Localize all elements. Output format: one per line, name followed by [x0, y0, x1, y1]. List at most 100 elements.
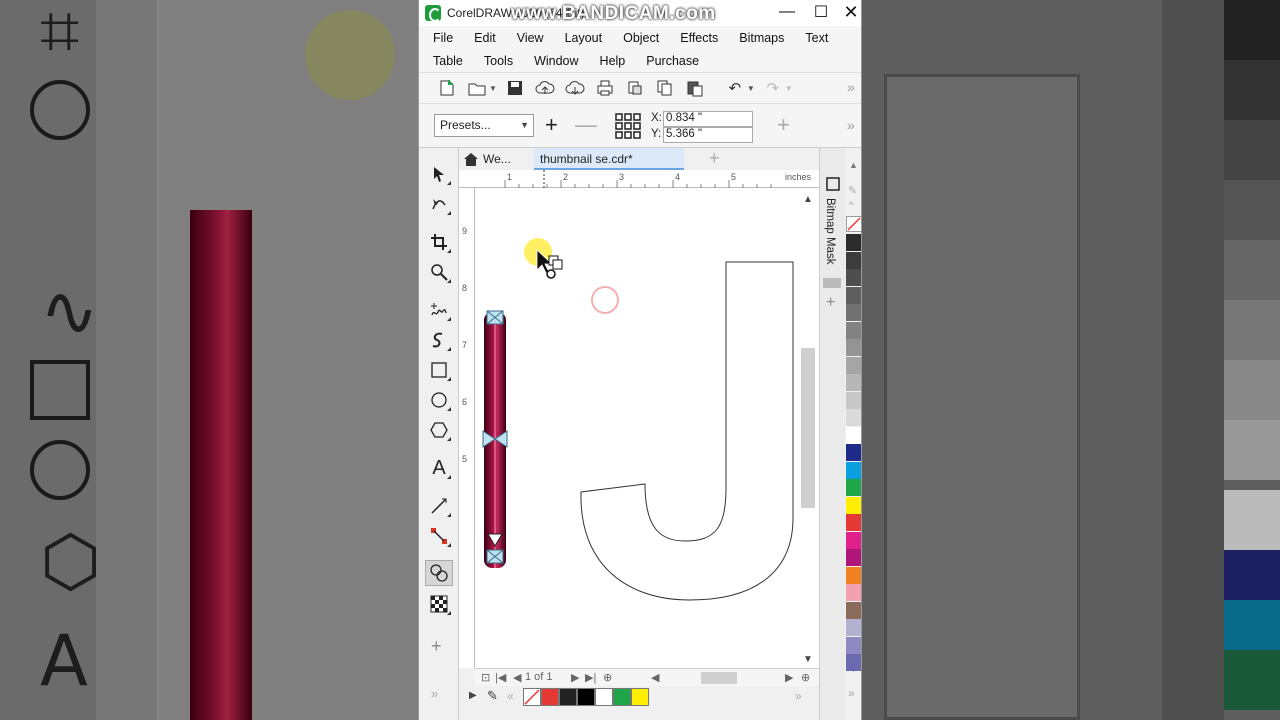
palette-swatch[interactable]: [846, 269, 861, 286]
presets-dropdown[interactable]: Presets... ▼: [434, 114, 534, 137]
cut-icon[interactable]: [625, 78, 645, 98]
palette-swatch[interactable]: [846, 234, 861, 251]
zoom-navigator-icon[interactable]: ⊕: [801, 671, 810, 684]
menu-table[interactable]: Table: [433, 54, 463, 68]
scroll-right-icon[interactable]: ▶: [785, 671, 793, 684]
pick-tool-icon[interactable]: [429, 164, 451, 185]
parallel-dimension-icon[interactable]: [429, 496, 451, 517]
palette-swatch[interactable]: [846, 514, 861, 531]
open-dropdown-icon[interactable]: ▼: [489, 84, 497, 93]
palette-swatch[interactable]: [846, 531, 861, 549]
palette-swatch[interactable]: [846, 444, 861, 461]
palette-swatch[interactable]: [846, 619, 861, 636]
polygon-tool-icon[interactable]: [429, 420, 451, 441]
bitmap-mask-icon[interactable]: [825, 176, 841, 192]
copy-icon[interactable]: [655, 78, 675, 98]
open-icon[interactable]: [467, 78, 487, 98]
palette-swatch[interactable]: [846, 409, 861, 426]
remove-preset-button[interactable]: —: [575, 112, 597, 138]
add-property-button[interactable]: +: [777, 112, 790, 138]
download-cloud-icon[interactable]: [565, 78, 585, 98]
palette-left-icon[interactable]: «: [507, 689, 514, 703]
add-page-icon[interactable]: ⊕: [603, 671, 612, 684]
menu-tools[interactable]: Tools: [484, 54, 513, 68]
home-icon[interactable]: [463, 151, 479, 167]
palette-swatch[interactable]: [846, 391, 861, 409]
add-tab-button[interactable]: +: [709, 148, 720, 169]
menu-effects[interactable]: Effects: [680, 31, 718, 45]
add-tool-button[interactable]: +: [431, 636, 442, 657]
palette-swatch[interactable]: [613, 688, 631, 706]
scroll-down-icon[interactable]: ▼: [803, 654, 813, 665]
palette-right-icon[interactable]: »: [795, 689, 802, 703]
save-icon[interactable]: [505, 78, 525, 98]
palette-swatch[interactable]: [846, 304, 861, 321]
interactive-fill-tool[interactable]: [425, 560, 453, 586]
horizontal-scrollbar[interactable]: [701, 672, 737, 684]
ellipse-tool-icon[interactable]: [429, 390, 451, 411]
propbar-more-icon[interactable]: »: [847, 117, 855, 133]
page-options-icon[interactable]: ⊡: [481, 671, 490, 684]
palette-swatch[interactable]: [577, 688, 595, 706]
maximize-button[interactable]: ☐: [805, 0, 837, 24]
palette-swatch[interactable]: [846, 426, 861, 444]
palette-swatch[interactable]: [846, 286, 861, 304]
new-document-icon[interactable]: [437, 78, 457, 98]
menu-layout[interactable]: Layout: [565, 31, 603, 45]
palette-swatch[interactable]: [846, 479, 861, 496]
palette-expand-icon[interactable]: ▶: [469, 690, 477, 701]
text-tool-icon[interactable]: A: [429, 457, 451, 479]
palette-swatch[interactable]: [846, 601, 861, 619]
docker-scroll[interactable]: [823, 278, 841, 288]
upload-cloud-icon[interactable]: [535, 78, 555, 98]
minimize-button[interactable]: —: [771, 0, 803, 24]
palette-swatch[interactable]: [846, 549, 861, 566]
palette-swatch[interactable]: [846, 356, 861, 374]
scroll-up-icon[interactable]: ▲: [803, 194, 813, 205]
palette-swatch[interactable]: [559, 688, 577, 706]
palette-swatch[interactable]: [846, 321, 861, 339]
shape-tool-icon[interactable]: [429, 194, 451, 215]
palette-scroll-up-icon[interactable]: ^: [849, 200, 853, 210]
menu-bitmaps[interactable]: Bitmaps: [739, 31, 784, 45]
eyedropper-icon[interactable]: ✎: [848, 184, 857, 197]
next-page-icon[interactable]: ▶: [571, 671, 579, 684]
menu-edit[interactable]: Edit: [474, 31, 496, 45]
menu-window[interactable]: Window: [534, 54, 578, 68]
redo-dropdown-icon[interactable]: ▼: [785, 84, 793, 93]
palette-swatch[interactable]: [631, 688, 649, 706]
first-page-icon[interactable]: |◀: [495, 671, 506, 684]
palette-swatch[interactable]: [846, 374, 861, 391]
palette-swatch[interactable]: [846, 251, 861, 269]
rectangle-tool-icon[interactable]: [429, 360, 451, 381]
connector-tool-icon[interactable]: [429, 526, 451, 547]
menu-file[interactable]: File: [433, 31, 453, 45]
reference-point-icon[interactable]: [615, 113, 641, 139]
freehand-tool-icon[interactable]: [429, 300, 451, 321]
toolbar-more-icon[interactable]: »: [847, 79, 855, 95]
palette-swatch[interactable]: [595, 688, 613, 706]
mesh-fill-icon[interactable]: [429, 594, 451, 615]
no-color-swatch[interactable]: [523, 688, 541, 706]
tab-document[interactable]: thumbnail se.cdr*: [534, 148, 684, 170]
artistic-media-icon[interactable]: [429, 330, 451, 351]
palette-swatch[interactable]: [846, 636, 861, 654]
y-position-field[interactable]: 5.366 ": [663, 127, 753, 143]
close-button[interactable]: ✕: [835, 0, 861, 24]
undo-dropdown-icon[interactable]: ▼: [747, 84, 755, 93]
tab-welcome[interactable]: We...: [483, 152, 511, 166]
palette-swatch[interactable]: [846, 496, 861, 514]
last-page-icon[interactable]: ▶|: [585, 671, 596, 684]
menu-text[interactable]: Text: [805, 31, 828, 45]
scroll-left-icon[interactable]: ◀: [651, 671, 659, 684]
menu-object[interactable]: Object: [623, 31, 659, 45]
add-docker-button[interactable]: +: [826, 294, 835, 312]
drawing-canvas[interactable]: ▲ ▼: [475, 188, 819, 668]
no-fill-swatch[interactable]: [846, 216, 861, 232]
menu-purchase[interactable]: Purchase: [646, 54, 699, 68]
add-preset-button[interactable]: +: [545, 112, 558, 138]
paste-icon[interactable]: [685, 78, 705, 98]
previous-page-icon[interactable]: ◀: [513, 671, 521, 684]
print-icon[interactable]: [595, 78, 615, 98]
palette-swatch[interactable]: [846, 339, 861, 356]
